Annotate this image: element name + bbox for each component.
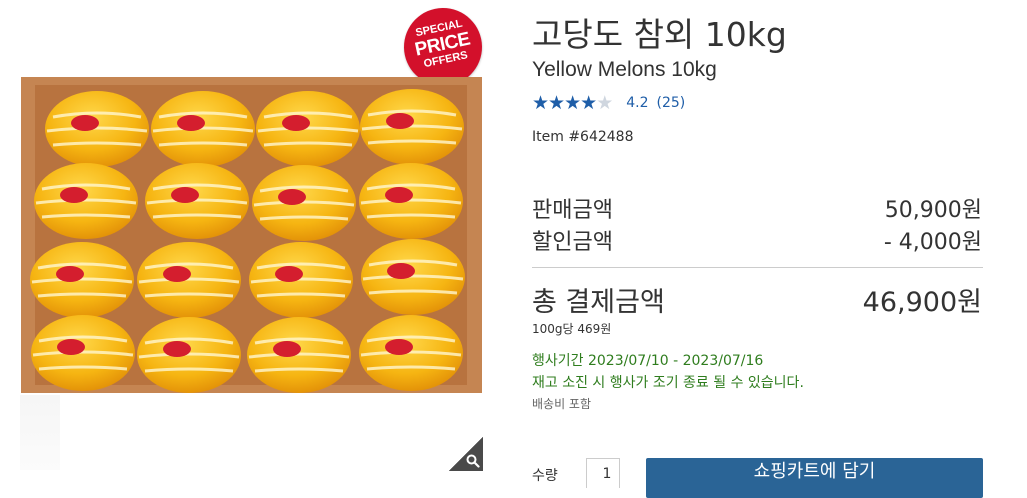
star-icon: ★ [564, 92, 582, 114]
shipping-info: 배송비 포함 [532, 397, 592, 411]
search-icon [466, 454, 480, 468]
sale-price-label: 판매금액 [532, 198, 613, 223]
total-price-value: 46,900원 [862, 287, 982, 318]
price-divider [532, 267, 983, 268]
product-rating[interactable]: ★ ★ ★ ★ ★ 4.2 (25) [532, 93, 685, 113]
unit-price: 100g당 469원 [532, 322, 612, 336]
sale-price-value: 50,900원 [884, 198, 982, 223]
star-icon: ★ [548, 92, 566, 114]
product-title-english: Yellow Melons 10kg [532, 58, 717, 81]
quantity-label: 수량 [532, 468, 558, 484]
discount-value: - 4,000원 [883, 230, 982, 255]
rating-stars: ★ ★ ★ ★ ★ [532, 92, 614, 114]
discount-label: 할인금액 [532, 230, 613, 255]
product-image[interactable] [21, 77, 482, 393]
product-gallery: SPECIAL PRICE OFFERS [0, 0, 500, 477]
zoom-button[interactable] [449, 437, 483, 471]
product-title-korean: 고당도 참외 10kg [532, 15, 787, 54]
star-icon: ★ [580, 92, 598, 114]
promotion-note: 재고 소진 시 행사가 조기 종료 될 수 있습니다. [532, 375, 804, 391]
star-icon: ★ [596, 92, 614, 114]
promotion-period: 행사기간 2023/07/10 - 2023/07/16 [532, 353, 764, 369]
rating-value: 4.2 [626, 95, 649, 111]
item-number: Item #642488 [532, 129, 634, 145]
add-to-cart-button[interactable]: 쇼핑카트에 담기 [646, 458, 983, 498]
discount-row: 할인금액 - 4,000원 [532, 224, 982, 256]
review-count-link[interactable]: (25) [657, 95, 686, 111]
star-icon: ★ [532, 92, 550, 114]
thumbnail-strip[interactable] [20, 395, 60, 470]
total-price-label: 총 결제금액 [532, 287, 665, 318]
quantity-input[interactable]: 1 [586, 458, 620, 488]
sale-price-row: 판매금액 50,900원 [532, 192, 982, 224]
product-details: 고당도 참외 10kg Yellow Melons 10kg ★ ★ ★ ★ ★… [532, 0, 984, 498]
total-price-row: 총 결제금액 46,900원 [532, 280, 982, 319]
melon-box-illustration [21, 77, 482, 393]
